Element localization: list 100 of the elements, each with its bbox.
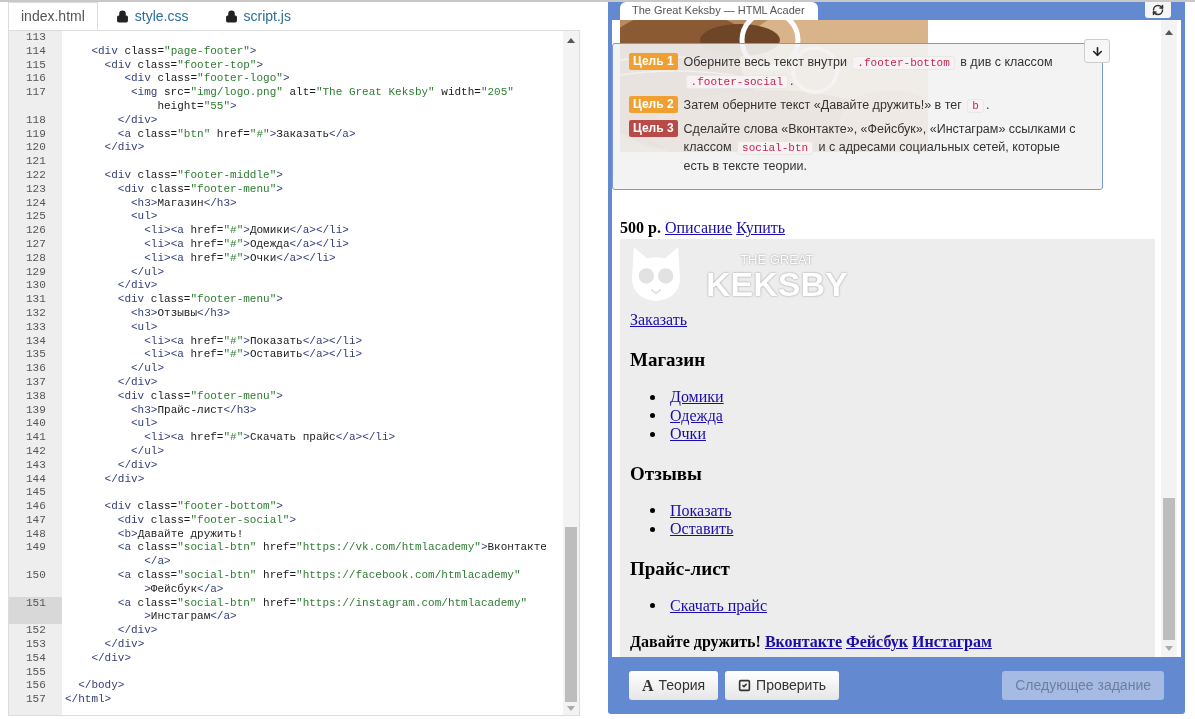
line-number: 139 [25,403,47,418]
line-number: 153 [25,638,47,652]
line-number: 132 [25,306,47,321]
line-number: 137 [25,375,47,390]
line-number: 151 [9,596,62,625]
bullet-icon [650,603,655,609]
price: 500 р. [620,218,661,238]
scroll-down-icon[interactable] [567,706,575,711]
line-number: 157 [25,693,47,708]
social-link[interactable]: Фейсбук [846,632,908,652]
scrollbar[interactable] [563,31,579,715]
line-number: 133 [25,320,47,335]
line-number: 144 [25,472,47,487]
code-line: </div> [116,113,158,128]
code-line: </div> [90,651,132,666]
menu-heading: Отзывы [630,462,703,485]
line-number: 122 [25,168,47,183]
goal-text: Затем оберните текст «Давайте дружить!» в тег b . [683,97,990,115]
check-button[interactable]: Проверить [725,671,840,700]
code-line: <h3>Отзывы</h3> [130,306,231,321]
line-number: 113 [25,31,47,45]
line-number: 142 [25,444,47,459]
scroll-up-icon[interactable] [1165,30,1173,35]
order-link[interactable]: Заказать [630,310,688,330]
line-number: 114 [25,44,47,59]
line-number: 140 [25,417,47,432]
line-number: 126 [25,224,47,238]
line-number: 115 [25,58,47,73]
code-line: <li><a href="#">Показать</a></li> [143,334,363,349]
goal-badge: Цель 3 [629,120,678,137]
line-number: 145 [25,486,47,501]
line-number: 125 [25,210,47,225]
page-tab[interactable]: The Great Keksby — HTML Acader [620,2,818,20]
bullet-icon [650,394,655,400]
line-number: 117 [25,86,47,101]
scroll-up-icon[interactable] [567,38,575,43]
code-line: </div> [103,141,145,156]
code-line: </div> [103,472,145,487]
line-number: 124 [25,196,47,211]
product-link[interactable]: Описание [664,218,733,238]
code-line: <h3>Магазин</h3> [130,196,237,211]
theory-button[interactable]: A Теория [629,671,719,700]
file-tab[interactable]: index.html [8,2,98,30]
code-line: <a class="social-btn" href="https://instagram.com/htmlacademy" >Инстаграм</a> [116,596,528,625]
code-line: </div> [103,638,145,652]
line-number: 141 [25,431,47,445]
line-number: 129 [25,265,47,280]
code-line: <ul> [130,417,158,432]
menu-heading: Магазин [630,349,707,371]
line-number: 128 [25,251,47,266]
code-line: <div class="footer-logo"> [123,72,290,87]
code-line: <div class="footer-menu"> [116,389,283,404]
code-line: <div class="footer-social"> [116,513,297,528]
bullet-icon [650,413,655,419]
line-number: 123 [25,182,47,197]
line-number: 156 [25,679,47,694]
scrollbar-thumb[interactable] [1163,498,1175,640]
line-number: 154 [25,651,47,666]
preview-scrollbar[interactable] [1161,20,1177,657]
line-number: 136 [25,362,47,376]
code-line: <div class="footer-top"> [103,58,264,73]
code-line: <a class="social-btn" href="https://facebook.com/htmlacademy" >Фейсбук</a> [116,569,521,597]
bullet-icon [650,431,655,437]
line-number: 118 [25,113,47,128]
social-link[interactable]: Вконтакте [764,632,842,652]
scroll-down-icon[interactable] [1165,646,1173,651]
scrollbar-thumb[interactable] [565,527,577,702]
code-line: </div> [116,375,158,390]
line-number: 148 [25,527,47,542]
arrow-down-icon [1090,44,1104,58]
social-link[interactable]: Инстаграм [912,632,992,652]
refresh-button[interactable] [1145,2,1171,18]
code-line: </body> [77,679,125,694]
check-icon [738,679,752,692]
menu-link[interactable]: Домики [670,385,724,410]
product-link[interactable]: Купить [736,218,786,238]
code-line: <ul> [130,320,158,335]
code-line: <li><a href="#">Скачать прайс</a></li> [143,431,396,445]
code-line: <li><a href="#">Одежда</a></li> [143,237,349,252]
file-tab[interactable]: script.js [206,2,309,30]
menu-heading: Прайс-лист [630,557,731,580]
code-line: <li><a href="#">Домики</a></li> [143,224,349,238]
code-line: <li><a href="#">Очки</a></li> [143,251,336,266]
line-number: 135 [25,348,47,363]
code-line: </ul> [130,444,165,459]
line-number: 119 [25,127,47,142]
line-number: 120 [25,141,47,156]
line-number: 134 [25,334,47,349]
collapse-button[interactable] [1084,39,1110,63]
menu-link[interactable]: Скачать прайс [670,593,767,618]
code-line: <a class="social-btn" href="https://vk.com/htmlacademy">Вконтакте </a> [116,541,547,570]
line-number: 131 [25,293,47,307]
line-number: 146 [25,500,47,514]
line-number: 143 [25,458,47,473]
line-number: 149 [25,541,47,556]
line-number: 150 [25,569,47,584]
file-tab[interactable]: style.css [97,2,207,30]
line-number: 116 [25,72,47,87]
code-line: <div class="footer-menu"> [116,182,283,197]
code-line: <div class="footer-menu"> [116,293,283,307]
